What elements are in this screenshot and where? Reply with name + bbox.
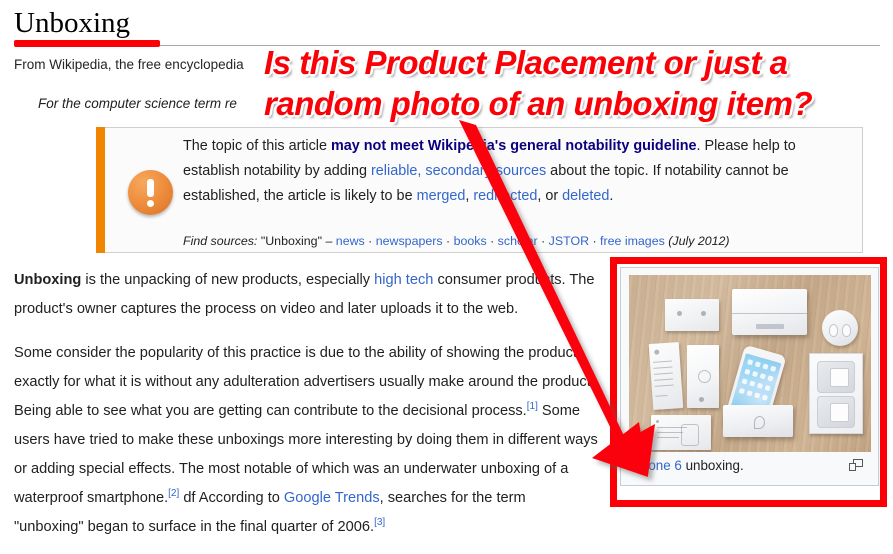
photo-tray-insert	[687, 345, 719, 408]
reference-1[interactable]: [1]	[527, 401, 538, 412]
article-body: Unboxing is the unpacking of new product…	[14, 266, 598, 554]
find-sources-jstor-link[interactable]: JSTOR	[549, 234, 589, 248]
thumbnail-caption: iPhone 6 unboxing.	[629, 458, 873, 473]
find-sources-scholar-link[interactable]: scholar	[498, 234, 538, 248]
notability-banner-stripe	[96, 127, 105, 253]
reference-2-link[interactable]: [2]	[168, 488, 179, 499]
find-sources-news-link[interactable]: news	[336, 234, 365, 248]
reference-3-link[interactable]: [3]	[374, 517, 385, 528]
merged-link[interactable]: merged	[417, 188, 466, 204]
paragraph-two: Some consider the popularity of this pra…	[14, 339, 598, 542]
photo-accessory-tray	[809, 353, 863, 434]
ambox-line2-d: , or	[537, 188, 563, 204]
photo-iphone-box	[732, 289, 807, 335]
ambox-line1-a: The topic of this article	[183, 138, 331, 154]
photo-quickstart-card	[651, 415, 711, 450]
reference-2[interactable]: [2]	[168, 488, 179, 499]
photo-manual	[648, 342, 684, 410]
icon-bang	[147, 179, 154, 197]
find-sources-dash: –	[325, 234, 333, 248]
reference-3[interactable]: [3]	[374, 517, 385, 528]
hatnote: For the computer science term re	[38, 96, 237, 111]
page-title: Unboxing	[14, 7, 130, 39]
lead-text-a: is the unpacking of new products, especi…	[81, 272, 375, 288]
enlarge-icon[interactable]	[849, 459, 864, 472]
find-sources-line: Find sources: "Unboxing" – news · newspa…	[183, 234, 730, 248]
google-trends-link[interactable]: Google Trends	[284, 490, 380, 506]
photo-earpods-case	[822, 310, 858, 346]
deleted-link[interactable]: deleted	[562, 188, 609, 204]
p2-text-c: df According to	[179, 490, 284, 506]
find-sources-newspapers-link[interactable]: newspapers	[376, 234, 443, 248]
annotation-line-1: Is this Product Placement or just a	[264, 44, 788, 81]
site-subtitle: From Wikipedia, the free encyclopedia	[14, 57, 244, 72]
red-underline-mark	[14, 40, 160, 47]
annotation-line-2: random photo of an unboxing item?	[264, 85, 813, 122]
notability-banner-text: The topic of this article may not meet W…	[183, 134, 845, 209]
iphone-6-link[interactable]: iPhone 6	[629, 458, 682, 473]
p2-text-a: Some consider the popularity of this pra…	[14, 345, 595, 419]
general-notability-guideline-link[interactable]: may not meet Wikipedia's general notabil…	[331, 138, 697, 154]
find-sources-query: "Unboxing"	[260, 234, 322, 248]
exclamation-circle-icon	[128, 170, 173, 215]
wikipedia-article-screenshot: Unboxing From Wikipedia, the free encycl…	[0, 0, 893, 554]
reliable-secondary-sources-link[interactable]: reliable, secondary sources	[371, 163, 546, 179]
find-sources-books-link[interactable]: books	[454, 234, 487, 248]
lead-term: Unboxing	[14, 272, 82, 288]
find-sources-label: Find sources:	[183, 234, 258, 248]
annotation-text: Is this Product Placement or just a rand…	[264, 42, 889, 124]
redirected-link[interactable]: redirected	[473, 188, 537, 204]
find-sources-date: (July 2012)	[668, 234, 730, 248]
unboxing-photo[interactable]	[629, 275, 871, 452]
ambox-line2-e: .	[609, 188, 614, 204]
photo-box-lid	[723, 405, 793, 437]
icon-dot	[147, 200, 154, 207]
ambox-line1-b: .	[696, 138, 701, 154]
hatnote-text: For the computer science term re	[38, 96, 237, 111]
high-tech-link[interactable]: high tech	[374, 272, 433, 288]
photo-sticker-sheet	[665, 299, 719, 331]
paragraph-lead: Unboxing is the unpacking of new product…	[14, 266, 598, 324]
find-sources-free-images-link[interactable]: free images	[600, 234, 665, 248]
reference-1-link[interactable]: [1]	[527, 401, 538, 412]
caption-rest: unboxing.	[681, 458, 744, 473]
